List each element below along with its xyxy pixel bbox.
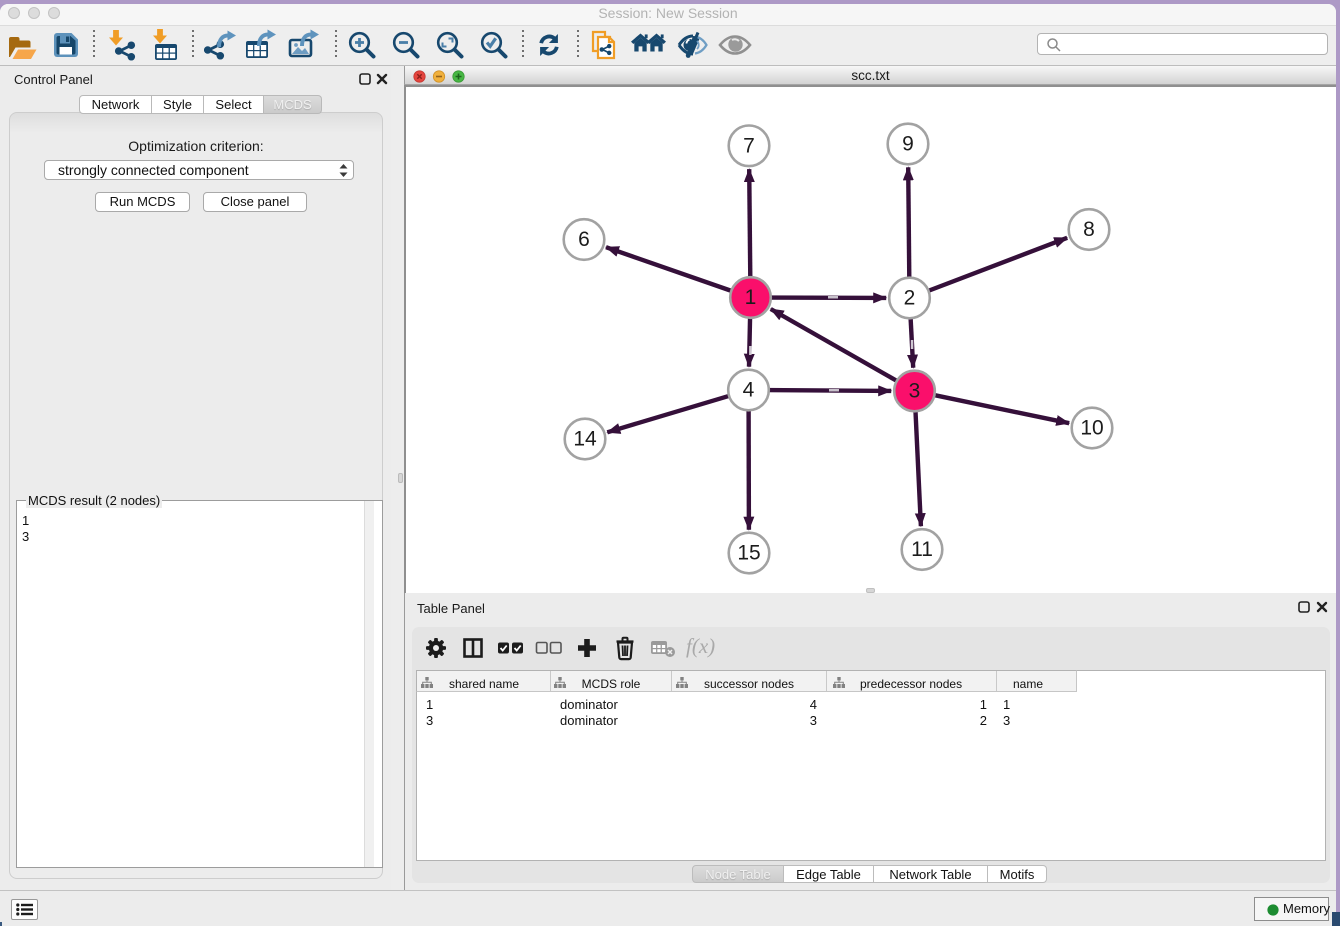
svg-text:11: 11 [911,538,933,561]
svg-text:9: 9 [902,133,914,156]
svg-text:15: 15 [737,542,760,565]
svg-text:14: 14 [573,428,597,451]
svg-text:3: 3 [909,380,921,403]
svg-text:8: 8 [1083,218,1095,241]
svg-text:7: 7 [743,134,755,157]
svg-text:2: 2 [904,287,916,310]
svg-text:10: 10 [1080,417,1103,440]
svg-text:6: 6 [578,228,590,251]
svg-text:1: 1 [745,286,757,309]
svg-text:4: 4 [743,379,755,402]
